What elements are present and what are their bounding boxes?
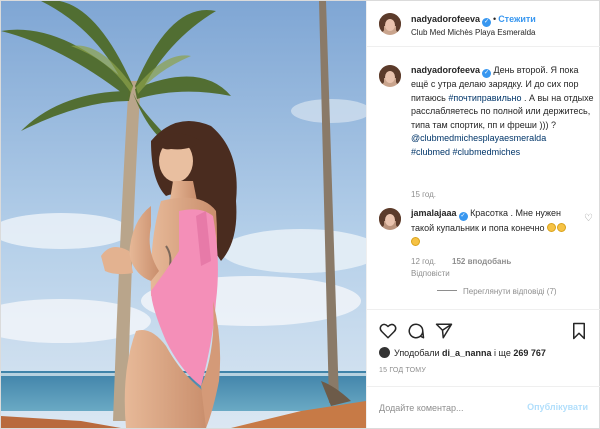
instagram-post: nadyadorofeeva ✓ • Стежити Club Med Michès … [0, 0, 600, 429]
header-line: nadyadorofeeva ✓ • Стежити [411, 14, 536, 27]
commenter-username[interactable]: jamalajaaa [411, 208, 457, 218]
comment-meta: 12 год. 152 вподобань [411, 257, 527, 266]
commenter-avatar[interactable] [379, 208, 401, 230]
liked-by-suffix: і ще [494, 348, 511, 358]
location-link[interactable]: Club Med Michès Playa Esmeralda [411, 28, 536, 37]
comment-time[interactable]: 12 год. [411, 257, 436, 266]
verified-icon: ✓ [482, 69, 492, 78]
post-header: nadyadorofeeva ✓ • Стежити Club Med Michès … [367, 1, 600, 47]
post-sidebar: nadyadorofeeva ✓ • Стежити Club Med Michès … [366, 1, 600, 428]
share-icon[interactable] [435, 322, 453, 340]
beach-photo [1, 1, 366, 428]
heart-icon[interactable] [379, 322, 397, 340]
caption-text: nadyadorofeeva ✓ День второй. Я пока ещё … [411, 64, 594, 159]
posted-time[interactable]: 15 ГОД ТОМУ [379, 367, 426, 374]
comment-likes[interactable]: 152 вподобань [452, 257, 511, 266]
add-comment-bar: Опублікувати [367, 386, 600, 428]
comment-icon[interactable] [407, 322, 425, 340]
laughing-emoji-icon [411, 237, 420, 246]
author-username[interactable]: nadyadorofeeva [411, 14, 480, 24]
caption-avatar[interactable] [379, 65, 401, 87]
publish-button[interactable]: Опублікувати [527, 402, 588, 412]
liked-by: Уподобали di_a_nanna і ще 269 767 [379, 347, 546, 358]
author-avatar[interactable] [379, 13, 401, 35]
laughing-emoji-icon [557, 223, 567, 232]
follow-button[interactable]: Стежити [498, 14, 536, 24]
verified-icon: ✓ [458, 212, 468, 221]
liker-avatar[interactable] [379, 347, 390, 358]
laughing-emoji-icon [547, 223, 557, 232]
comment-text: jamalajaaa ✓ Красотка . Мне нужен такой к… [411, 206, 576, 249]
divider-line [437, 290, 457, 291]
view-replies-label: Переглянути відповіді (7) [463, 287, 557, 296]
comment-input[interactable] [379, 399, 529, 417]
view-replies-button[interactable]: Переглянути відповіді (7) [437, 287, 557, 296]
bookmark-icon[interactable] [570, 322, 588, 340]
verified-icon: ✓ [482, 18, 492, 27]
mention-link[interactable]: @clubmedmichesplayaesmeralda [411, 133, 546, 143]
reply-button[interactable]: Відповісти [411, 269, 450, 278]
post-photo[interactable] [1, 1, 366, 428]
caption-username[interactable]: nadyadorofeeva [411, 65, 480, 75]
hashtag-link[interactable]: #clubmedmiches [453, 147, 521, 157]
liker-username[interactable]: di_a_nanna [442, 348, 492, 358]
hashtag-link[interactable]: #почтиправильно [448, 93, 521, 103]
comment-like-heart-icon[interactable]: ♡ [584, 214, 594, 224]
hashtag-link[interactable]: #clubmed [411, 147, 450, 157]
liked-by-prefix: Уподобали [394, 348, 440, 358]
action-bar [367, 309, 600, 349]
like-count[interactable]: 269 767 [513, 348, 546, 358]
caption-time[interactable]: 15 год. [411, 190, 436, 199]
